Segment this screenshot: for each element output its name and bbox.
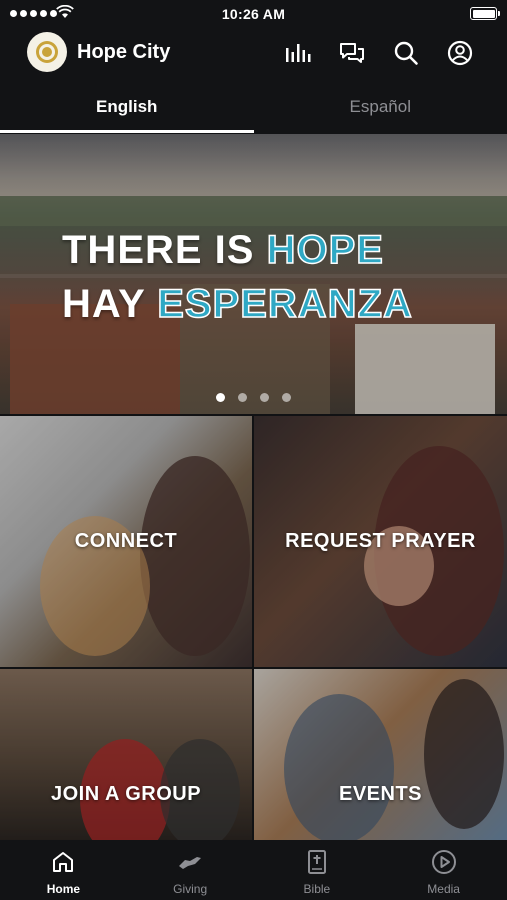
hero-text-there-is: THERE IS: [62, 228, 255, 272]
tab-giving[interactable]: Giving: [127, 840, 254, 900]
tab-giving-label: Giving: [173, 882, 208, 896]
tab-home-label: Home: [46, 882, 81, 896]
bar-chart-icon[interactable]: [284, 39, 312, 67]
tile-shade: [0, 669, 252, 840]
chat-icon[interactable]: [338, 39, 366, 67]
app-title: Hope City: [77, 41, 171, 63]
hero-banner[interactable]: THERE IS HOPE HAY ESPERANZA: [0, 134, 507, 414]
tab-bible-label: Bible: [303, 882, 331, 896]
tab-espanol[interactable]: Español: [254, 78, 507, 134]
tab-bible[interactable]: Bible: [254, 840, 381, 900]
app-header: Hope City: [0, 28, 507, 78]
home-icon: [50, 849, 76, 875]
hero-headline-english: THERE IS HOPE: [62, 228, 384, 272]
carousel-dot[interactable]: [238, 393, 247, 402]
tab-english-label: English: [96, 97, 158, 116]
battery-icon: [470, 7, 500, 20]
tab-media-label: Media: [427, 882, 460, 896]
language-tabs: English Español: [0, 78, 507, 134]
request-prayer-tile[interactable]: REQUEST PRAYER: [254, 416, 507, 667]
active-tab-indicator: [0, 130, 254, 133]
tab-english[interactable]: English: [0, 78, 254, 134]
request-prayer-label: REQUEST PRAYER: [285, 530, 476, 552]
hero-overlay: [0, 134, 507, 414]
join-a-group-label: JOIN A GROUP: [50, 783, 202, 805]
join-a-group-tile[interactable]: JOIN A GROUP: [0, 669, 252, 840]
media-play-icon: [431, 849, 457, 875]
church-logo[interactable]: [27, 32, 67, 72]
events-tile[interactable]: EVENTS: [254, 669, 507, 840]
connect-tile[interactable]: CONNECT: [0, 416, 252, 667]
status-bar: 10:26 AM: [0, 0, 507, 28]
connect-label: CONNECT: [74, 530, 178, 552]
profile-icon[interactable]: [446, 39, 474, 67]
status-time: 10:26 AM: [221, 6, 286, 22]
tile-shade: [254, 669, 507, 840]
carousel-indicator: [0, 393, 507, 402]
tab-media[interactable]: Media: [380, 840, 507, 900]
bottom-tab-bar: Home Giving Bible Media: [0, 840, 507, 900]
search-icon[interactable]: [392, 39, 420, 67]
events-label: EVENTS: [338, 783, 423, 805]
bible-icon: [304, 849, 330, 875]
carousel-dot[interactable]: [260, 393, 269, 402]
hero-text-hope: HOPE: [266, 228, 384, 272]
tab-home[interactable]: Home: [0, 840, 127, 900]
hero-text-esperanza: ESPERANZA: [156, 282, 413, 326]
hero-headline-spanish: HAY ESPERANZA: [62, 282, 413, 326]
hero-text-hay: HAY: [62, 282, 146, 326]
tab-espanol-label: Español: [349, 97, 411, 116]
carousel-dot[interactable]: [282, 393, 291, 402]
giving-icon: [177, 849, 203, 875]
logo-emblem-icon: [36, 41, 58, 63]
carousel-dot[interactable]: [216, 393, 225, 402]
